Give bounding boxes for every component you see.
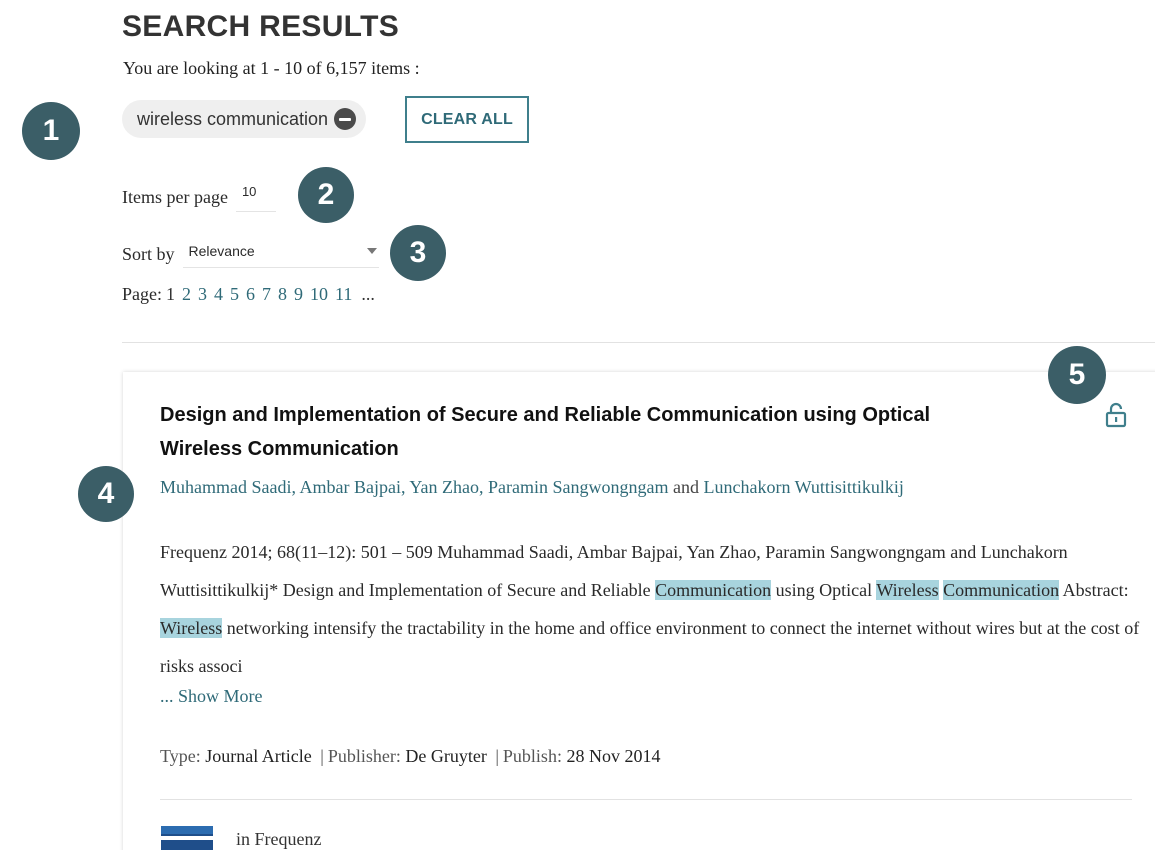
author-separator: , (479, 477, 488, 497)
items-per-page-select[interactable]: 10 (235, 182, 276, 212)
page-link[interactable]: 8 (278, 284, 287, 305)
items-per-page-label: Items per page (122, 186, 228, 207)
snippet-text: networking intensify the tractability in… (160, 618, 1140, 676)
pagination-ellipsis[interactable]: ... (361, 284, 375, 305)
remove-filter-icon[interactable] (334, 108, 357, 130)
result-authors: Muhammad Saadi, Ambar Bajpai, Yan Zhao, … (160, 477, 904, 498)
snippet-text: using Optical (771, 580, 877, 600)
callout-marker-5: 5 (1048, 346, 1106, 404)
callout-marker-1: 1 (22, 102, 80, 160)
pagination-label: Page: (122, 284, 162, 304)
page-link[interactable]: 7 (262, 284, 271, 305)
results-summary: You are looking at 1 - 10 of 6,157 items… (123, 58, 420, 78)
divider (122, 342, 1155, 343)
page-title: SEARCH RESULTS (122, 10, 399, 43)
page-link[interactable]: 4 (214, 284, 223, 305)
items-per-page-row: Items per page 10 (122, 182, 276, 212)
page-link[interactable]: 11 (335, 284, 352, 305)
page-link[interactable]: 3 (198, 284, 207, 305)
page-link[interactable]: 2 (182, 284, 191, 305)
callout-marker-2: 2 (298, 167, 354, 223)
snippet-highlight: Communication (943, 580, 1060, 600)
author-and: and (668, 477, 704, 497)
author-link[interactable]: Yan Zhao (409, 477, 479, 497)
publish-value: 28 Nov 2014 (566, 746, 661, 766)
author-link[interactable]: Ambar Bajpai (300, 477, 401, 497)
filter-chip: wireless communication (122, 100, 367, 138)
sort-by-value: Relevance (188, 243, 255, 259)
author-link[interactable]: Paramin Sangwongngam (488, 477, 668, 497)
publish-label: Publish: (502, 746, 562, 766)
author-link[interactable]: Lunchakorn Wuttisittikulkij (703, 477, 903, 497)
snippet-highlight: Wireless (160, 618, 223, 638)
journal-link[interactable]: in Frequenz (236, 829, 321, 850)
callout-marker-3: 3 (390, 225, 446, 281)
unlock-icon (1105, 402, 1127, 428)
meta-separator: | (495, 746, 499, 766)
page-link[interactable]: 6 (246, 284, 255, 305)
result-meta: Type: Journal Article | Publisher: De Gru… (160, 746, 660, 767)
result-title[interactable]: Design and Implementation of Secure and … (160, 398, 1060, 466)
author-separator: , (291, 477, 300, 497)
type-value: Journal Article (205, 746, 312, 766)
clear-all-button[interactable]: CLEAR ALL (405, 96, 529, 143)
page-link[interactable]: 9 (294, 284, 303, 305)
result-snippet: Frequenz 2014; 68(11–12): 501 – 509 Muha… (160, 533, 1145, 685)
publisher-label: Publisher: (327, 746, 401, 766)
journal-cover-thumbnail[interactable] (161, 826, 213, 850)
snippet-highlight: Wireless (876, 580, 939, 600)
pagination: Page: 1 2 3 4 5 6 7 8 9 10 11 ... (122, 284, 375, 305)
callout-marker-4: 4 (78, 466, 134, 522)
sort-row: Sort by Relevance (122, 240, 379, 268)
result-title-line2: Wireless Communication (160, 438, 399, 460)
meta-separator: | (320, 746, 324, 766)
snippet-highlight: Communication (655, 580, 772, 600)
sort-by-select[interactable]: Relevance (182, 240, 379, 268)
filter-chip-label: wireless communication (137, 108, 329, 129)
sort-by-label: Sort by (122, 243, 175, 264)
page-current: 1 (166, 284, 175, 304)
publisher-value: De Gruyter (405, 746, 487, 766)
type-label: Type: (160, 746, 201, 766)
author-link[interactable]: Muhammad Saadi (160, 477, 291, 497)
show-more-link[interactable]: ... Show More (160, 686, 263, 707)
page-link[interactable]: 5 (230, 284, 239, 305)
result-title-line1: Design and Implementation of Secure and … (160, 404, 931, 426)
snippet-text: Abstract: (1059, 580, 1129, 600)
chevron-down-icon (366, 248, 377, 254)
divider (160, 799, 1132, 800)
page-link[interactable]: 10 (310, 284, 328, 305)
